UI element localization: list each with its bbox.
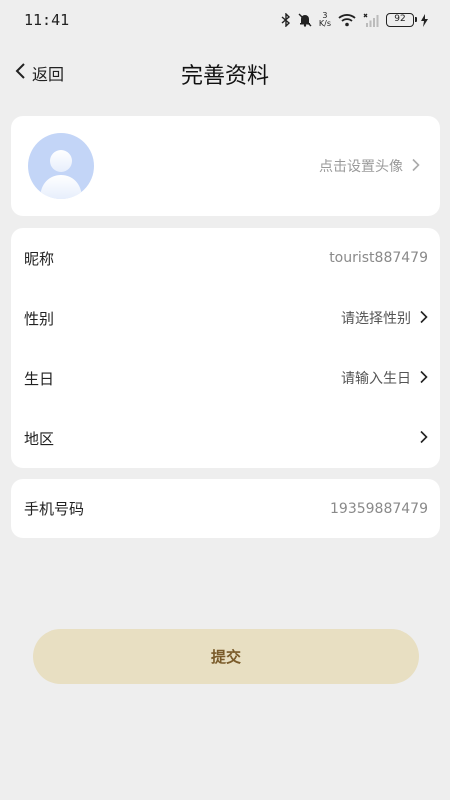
chevron-right-icon: [411, 157, 420, 176]
mute-bell-icon: [298, 13, 312, 27]
set-avatar-row[interactable]: 点击设置头像: [11, 116, 440, 216]
gender-row[interactable]: 性别 请选择性别: [11, 288, 440, 348]
network-speed-unit: K/s: [318, 19, 331, 28]
birthday-label: 生日: [24, 369, 55, 388]
status-icons: 3 K/s 92: [281, 12, 428, 28]
avatar-hint-group: 点击设置头像: [319, 156, 420, 176]
avatar-hint: 点击设置头像: [319, 159, 403, 175]
header: 返回 完善资料: [0, 48, 450, 98]
battery-icon: 92: [386, 13, 417, 27]
phone-card: 手机号码 19359887479: [11, 479, 440, 538]
status-time: 11:41: [24, 11, 70, 29]
birthday-row[interactable]: 生日 请输入生日: [11, 348, 440, 408]
phone-row: 手机号码 19359887479: [11, 479, 440, 538]
gender-placeholder: 请选择性别: [341, 311, 411, 327]
gender-select[interactable]: 请选择性别: [341, 308, 428, 328]
nickname-label: 昵称: [24, 249, 55, 268]
submit-button[interactable]: 提交: [33, 629, 419, 684]
region-label: 地区: [24, 429, 55, 448]
cellular-signal-icon: [363, 13, 379, 27]
avatar-card: 点击设置头像: [11, 116, 440, 216]
chevron-right-icon[interactable]: [419, 429, 428, 448]
page-title: 完善资料: [180, 64, 269, 89]
avatar[interactable]: [28, 133, 94, 199]
charging-icon: [421, 13, 428, 27]
bluetooth-icon: [281, 13, 291, 27]
nickname-row: 昵称 tourist887479: [11, 228, 440, 288]
chevron-right-icon: [419, 369, 428, 388]
birthday-input[interactable]: 请输入生日: [341, 368, 428, 388]
phone-value: 19359887479: [330, 500, 428, 517]
wifi-icon: [338, 13, 356, 27]
network-speed: 3 K/s: [319, 12, 331, 28]
status-bar: 11:41 3 K/s 92: [0, 0, 450, 40]
chevron-right-icon: [419, 309, 428, 328]
phone-label: 手机号码: [24, 500, 85, 518]
nickname-value: tourist887479: [329, 250, 428, 266]
region-row[interactable]: 地区: [11, 408, 440, 468]
submit-label: 提交: [210, 649, 241, 666]
birthday-placeholder: 请输入生日: [341, 371, 411, 387]
profile-info-card: 昵称 tourist887479 性别 请选择性别 生日 请输入生日 地区: [11, 228, 440, 468]
gender-label: 性别: [24, 309, 55, 328]
